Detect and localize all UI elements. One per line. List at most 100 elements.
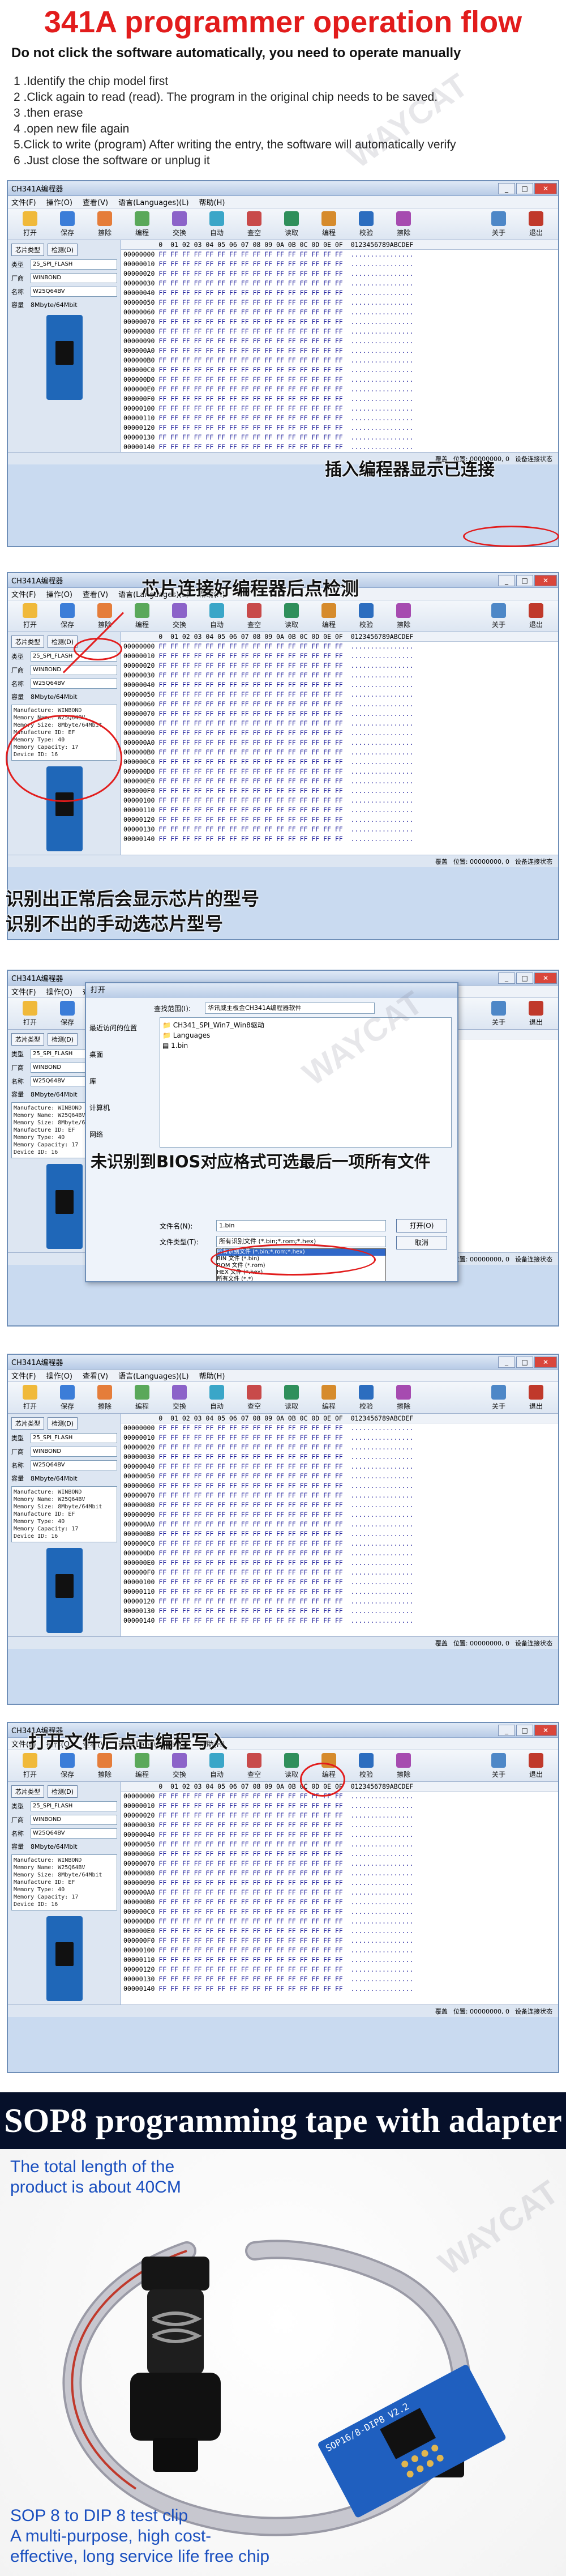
tool-button[interactable]: 擦除 bbox=[385, 603, 422, 629]
place-network[interactable]: 网络 bbox=[89, 1129, 152, 1139]
place-desktop[interactable]: 桌面 bbox=[89, 1050, 152, 1059]
tool-button[interactable]: 校验 bbox=[348, 603, 385, 629]
tool-button[interactable]: 关于 bbox=[480, 603, 517, 629]
lookin-select[interactable]: 华讯威主板金CH341A编程器软件 bbox=[205, 1003, 375, 1014]
tool-button[interactable]: 查空 bbox=[235, 211, 273, 237]
minimize-button[interactable]: _ bbox=[498, 574, 515, 586]
hex-view[interactable]: 0 01 02 03 04 05 06 07 08 09 0A 0B 0C 0D… bbox=[121, 240, 558, 452]
maximize-button[interactable]: □ bbox=[516, 1356, 533, 1368]
tool-button[interactable]: 交换 bbox=[161, 1753, 198, 1779]
name-select[interactable]: W25Q64BV bbox=[31, 679, 117, 689]
tool-button[interactable]: 打开 bbox=[11, 1385, 49, 1411]
tool-button[interactable]: 查空 bbox=[235, 603, 273, 629]
menu-view[interactable]: 查看(V) bbox=[83, 1370, 108, 1381]
minimize-button[interactable]: _ bbox=[498, 1724, 515, 1736]
tool-button[interactable]: 退出 bbox=[517, 603, 555, 629]
tool-button[interactable]: 擦除 bbox=[385, 211, 422, 237]
tool-button[interactable]: 自动 bbox=[198, 1385, 235, 1411]
tool-button[interactable]: 编程 bbox=[123, 1385, 161, 1411]
tool-button[interactable]: 保存 bbox=[49, 1385, 86, 1411]
minimize-button[interactable]: _ bbox=[498, 1356, 515, 1368]
tool-button[interactable]: 擦除 bbox=[86, 211, 123, 237]
close-button[interactable]: ✕ bbox=[534, 972, 557, 984]
close-button[interactable]: ✕ bbox=[534, 1356, 557, 1368]
detect-button[interactable]: 检测(D) bbox=[48, 244, 78, 256]
tool-button[interactable]: 擦除 bbox=[86, 1753, 123, 1779]
close-button[interactable]: ✕ bbox=[534, 182, 557, 194]
tool-button[interactable]: 打开 bbox=[11, 1001, 49, 1027]
open-button[interactable]: 打开(O) bbox=[396, 1219, 447, 1232]
hex-view[interactable]: 0 01 02 03 04 05 06 07 08 09 0A 0B 0C 0D… bbox=[121, 632, 558, 855]
filename-input[interactable]: 1.bin bbox=[216, 1220, 386, 1231]
minimize-button[interactable]: _ bbox=[498, 972, 515, 984]
menu-operate[interactable]: 操作(O) bbox=[46, 1370, 72, 1381]
menu-help[interactable]: 帮助(H) bbox=[199, 1370, 225, 1381]
tool-button[interactable]: 关于 bbox=[480, 1001, 517, 1027]
maker-select[interactable]: WINBOND bbox=[31, 1447, 117, 1457]
menu-language[interactable]: 语言(Languages)(L) bbox=[118, 1370, 188, 1381]
minimize-button[interactable]: _ bbox=[498, 182, 515, 194]
tool-button[interactable]: 编程 bbox=[123, 211, 161, 237]
place-library[interactable]: 库 bbox=[89, 1076, 152, 1086]
hex-view[interactable]: 0 01 02 03 04 05 06 07 08 09 0A 0B 0C 0D… bbox=[121, 1782, 558, 2004]
place-recent[interactable]: 最近访问的位置 bbox=[89, 1023, 152, 1033]
name-select[interactable]: W25Q64BV bbox=[31, 1828, 117, 1839]
tool-button[interactable]: 退出 bbox=[517, 1385, 555, 1411]
close-button[interactable]: ✕ bbox=[534, 1724, 557, 1736]
file-item[interactable]: 📁 Languages bbox=[162, 1030, 449, 1040]
tool-button[interactable]: 保存 bbox=[49, 1753, 86, 1779]
tool-button[interactable]: 校验 bbox=[348, 211, 385, 237]
menu-operate[interactable]: 操作(O) bbox=[46, 986, 72, 997]
tool-button[interactable]: 自动 bbox=[198, 603, 235, 629]
tool-button[interactable]: 编程 bbox=[123, 603, 161, 629]
tool-button[interactable]: 校验 bbox=[348, 1753, 385, 1779]
tool-button[interactable]: 擦除 bbox=[385, 1385, 422, 1411]
tool-button[interactable]: 保存 bbox=[49, 603, 86, 629]
tool-button[interactable]: 关于 bbox=[480, 211, 517, 237]
tool-button[interactable]: 打开 bbox=[11, 211, 49, 237]
menu-file[interactable]: 文件(F) bbox=[11, 1370, 36, 1381]
detect-button[interactable]: 检测(D) bbox=[48, 1417, 78, 1430]
tool-button[interactable]: 退出 bbox=[517, 211, 555, 237]
tool-button[interactable]: 退出 bbox=[517, 1753, 555, 1779]
tool-button[interactable]: 校验 bbox=[348, 1385, 385, 1411]
tool-button[interactable]: 交换 bbox=[161, 603, 198, 629]
tool-button[interactable]: 打开 bbox=[11, 603, 49, 629]
close-button[interactable]: ✕ bbox=[534, 574, 557, 586]
maximize-button[interactable]: □ bbox=[516, 972, 533, 984]
tool-button[interactable]: 保存 bbox=[49, 1001, 86, 1027]
tool-button[interactable]: 编程 bbox=[310, 1385, 348, 1411]
detect-button[interactable]: 检测(D) bbox=[48, 1033, 78, 1046]
tool-button[interactable]: 编程 bbox=[123, 1753, 161, 1779]
tool-button[interactable]: 保存 bbox=[49, 211, 86, 237]
file-item[interactable]: ▤ 1.bin bbox=[162, 1040, 449, 1051]
tool-button[interactable]: 读取 bbox=[273, 603, 310, 629]
tool-button[interactable]: 自动 bbox=[198, 211, 235, 237]
menu-file[interactable]: 文件(F) bbox=[11, 986, 36, 997]
menu-file[interactable]: 文件(F) bbox=[11, 588, 36, 599]
tool-button[interactable]: 自动 bbox=[198, 1753, 235, 1779]
tool-button[interactable]: 读取 bbox=[273, 211, 310, 237]
maximize-button[interactable]: □ bbox=[516, 182, 533, 194]
tool-button[interactable]: 关于 bbox=[480, 1385, 517, 1411]
maximize-button[interactable]: □ bbox=[516, 574, 533, 586]
menu-view[interactable]: 查看(V) bbox=[83, 588, 108, 599]
menu-view[interactable]: 查看(V) bbox=[83, 197, 108, 207]
filetype-option[interactable]: 所有文件 (*.*) bbox=[217, 1276, 385, 1281]
type-select[interactable]: 25_SPI_FLASH bbox=[31, 1433, 117, 1443]
tool-button[interactable]: 退出 bbox=[517, 1001, 555, 1027]
tool-button[interactable]: 编程 bbox=[310, 211, 348, 237]
maker-select[interactable]: WINBOND bbox=[31, 665, 117, 675]
hex-view[interactable]: 0 01 02 03 04 05 06 07 08 09 0A 0B 0C 0D… bbox=[121, 1414, 558, 1636]
tool-button[interactable]: 擦除 bbox=[385, 1753, 422, 1779]
menu-file[interactable]: 文件(F) bbox=[11, 197, 36, 207]
maker-select[interactable]: WINBOND bbox=[31, 273, 117, 283]
menu-operate[interactable]: 操作(O) bbox=[46, 588, 72, 599]
tool-button[interactable]: 关于 bbox=[480, 1753, 517, 1779]
cancel-button[interactable]: 取消 bbox=[396, 1236, 447, 1249]
detect-button[interactable]: 检测(D) bbox=[48, 1785, 78, 1798]
menu-help[interactable]: 帮助(H) bbox=[199, 197, 225, 207]
tool-button[interactable]: 擦除 bbox=[86, 1385, 123, 1411]
name-select[interactable]: W25Q64BV bbox=[31, 1460, 117, 1470]
tool-button[interactable]: 读取 bbox=[273, 1385, 310, 1411]
